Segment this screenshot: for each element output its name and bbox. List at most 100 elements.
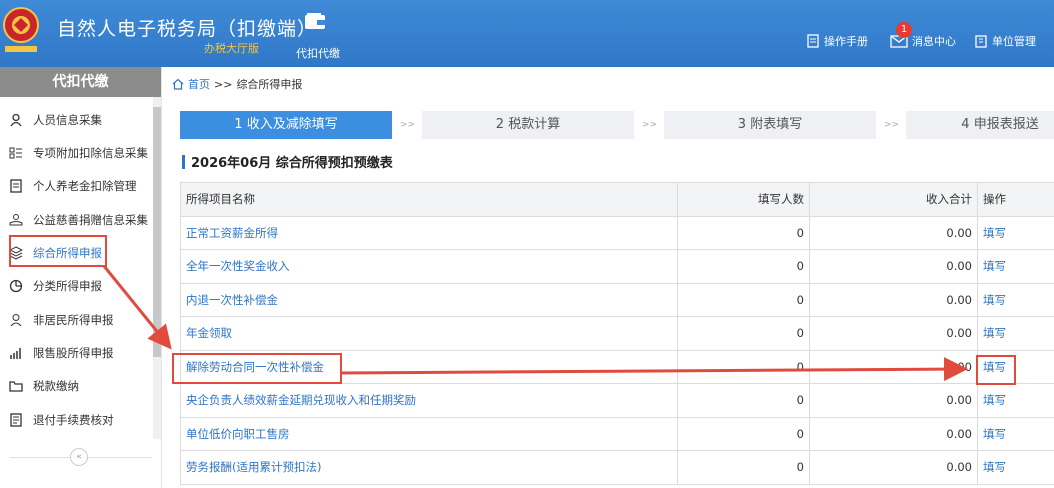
wallet-icon	[305, 13, 325, 29]
sidebar-item-tax-payment[interactable]: 税款缴纳	[0, 374, 152, 398]
income-item-link[interactable]: 内退一次性补偿金	[180, 282, 678, 317]
filled-count-cell: 0	[677, 349, 810, 384]
sidebar-item-label: 限售股所得申报	[33, 346, 114, 360]
nav-tab-withholding[interactable]: 代扣代缴	[290, 0, 348, 67]
message-count-badge: 1	[896, 22, 912, 38]
document-icon	[8, 178, 24, 194]
filled-count-cell: 0	[677, 249, 810, 284]
step-progress: 1 收入及减除填写 >> 2 税款计算 >> 3 附表填写 >> 4 申报表报送	[180, 111, 1054, 139]
sidebar-collapse-button[interactable]: «	[70, 448, 88, 466]
income-item-link[interactable]: 央企负责人绩效薪金延期兑现收入和任期奖励	[180, 383, 678, 418]
top-header: 自然人电子税务局（扣缴端） 办税大厅版 代扣代缴 操作手册 消息中心 1 单位管…	[0, 0, 1054, 67]
breadcrumb: 首页 >> 综合所得申报	[172, 76, 302, 92]
annotation-highlight-row	[172, 353, 342, 384]
table-title-text: 2026年06月 综合所得预扣预缴表	[191, 156, 393, 171]
income-total-cell: 0.00	[809, 416, 978, 451]
unit-mgmt-label: 单位管理	[992, 35, 1036, 48]
table-row: 全年一次性奖金收入 0 0.00 填写	[180, 249, 1054, 284]
check-doc-icon	[8, 412, 24, 428]
filled-count-cell: 0	[677, 416, 810, 451]
hall-label: 办税大厅版	[204, 42, 259, 55]
step-2[interactable]: 2 税款计算	[422, 111, 634, 139]
sidebar-title: 代扣代缴	[0, 67, 161, 97]
table-row: 劳务报酬(适用累计预扣法) 0 0.00 填写	[180, 450, 1054, 485]
step-1[interactable]: 1 收入及减除填写	[180, 111, 392, 139]
sidebar-item-refund-fee[interactable]: 退付手续费核对	[0, 408, 152, 432]
donate-hand-icon	[8, 212, 24, 228]
filled-count-cell: 0	[677, 450, 810, 485]
sidebar-item-label: 非居民所得申报	[33, 313, 114, 327]
sidebar-item-label: 分类所得申报	[33, 279, 102, 293]
table-row: 正常工资薪金所得 0 0.00 填写	[180, 215, 1054, 250]
step-separator: >>	[400, 120, 416, 130]
income-item-link[interactable]: 单位低价向职工售房	[180, 416, 678, 451]
table-row: 年金领取 0 0.00 填写	[180, 316, 1054, 351]
table-header-row: 所得项目名称 填写人数 收入合计 操作	[180, 182, 1054, 217]
step-3[interactable]: 3 附表填写	[664, 111, 876, 139]
sidebar-scroll-thumb[interactable]	[153, 107, 161, 357]
messages-label: 消息中心	[912, 35, 956, 48]
sidebar-item-label: 个人养老金扣除管理	[33, 179, 137, 193]
sidebar-item-label: 退付手续费核对	[33, 413, 114, 427]
sidebar-item-classified-income[interactable]: 分类所得申报	[0, 274, 152, 298]
breadcrumb-separator: >>	[214, 77, 233, 91]
building-icon	[975, 35, 987, 48]
fill-link[interactable]: 填写	[977, 282, 1054, 317]
income-total-cell: 0.00	[809, 450, 978, 485]
sidebar-item-special-deduction[interactable]: 专项附加扣除信息采集	[0, 141, 152, 165]
nav-tab-label: 代扣代缴	[296, 47, 340, 60]
income-total-cell: 0.00	[809, 249, 978, 284]
income-total-cell: 0.00	[809, 282, 978, 317]
sidebar-item-restricted-shares[interactable]: 限售股所得申报	[0, 341, 152, 365]
person-outline-icon	[8, 312, 24, 328]
col-header-action: 操作	[977, 182, 1054, 217]
income-item-link[interactable]: 劳务报酬(适用累计预扣法)	[180, 450, 678, 485]
breadcrumb-current: 综合所得申报	[236, 78, 303, 91]
income-item-link[interactable]: 年金领取	[180, 316, 678, 351]
fill-link[interactable]: 填写	[977, 450, 1054, 485]
income-total-cell: 0.00	[809, 316, 978, 351]
fill-link[interactable]: 填写	[977, 215, 1054, 250]
breadcrumb-home-link[interactable]: 首页	[188, 76, 210, 92]
fill-link[interactable]: 填写	[977, 249, 1054, 284]
fill-link[interactable]: 填写	[977, 416, 1054, 451]
sidebar-item-personnel[interactable]: 人员信息采集	[0, 108, 152, 132]
annotation-highlight-fill	[976, 355, 1016, 385]
tax-emblem-icon	[3, 7, 39, 52]
filled-count-cell: 0	[677, 316, 810, 351]
income-item-link[interactable]: 全年一次性奖金收入	[180, 249, 678, 284]
manual-icon	[807, 34, 819, 48]
filled-count-cell: 0	[677, 383, 810, 418]
list-icon	[8, 145, 24, 161]
table-row: 单位低价向职工售房 0 0.00 填写	[180, 416, 1054, 451]
manual-link[interactable]: 操作手册	[806, 33, 868, 49]
annotation-highlight-sidebar	[9, 235, 107, 267]
income-total-cell: 0.00	[809, 215, 978, 250]
sidebar-item-donation[interactable]: 公益慈善捐赠信息采集	[0, 208, 152, 232]
sidebar-item-nonresident[interactable]: 非居民所得申报	[0, 308, 152, 332]
col-header-item: 所得项目名称	[180, 182, 678, 217]
table-title: 2026年06月 综合所得预扣预缴表	[182, 152, 393, 171]
col-header-count: 填写人数	[677, 182, 810, 217]
pie-icon	[8, 278, 24, 294]
fill-link[interactable]: 填写	[977, 383, 1054, 418]
sidebar-item-label: 人员信息采集	[33, 113, 102, 127]
sidebar-item-label: 税款缴纳	[33, 379, 79, 393]
folder-icon	[8, 378, 24, 394]
sidebar-item-pension[interactable]: 个人养老金扣除管理	[0, 174, 152, 198]
filled-count-cell: 0	[677, 282, 810, 317]
fill-link[interactable]: 填写	[977, 316, 1054, 351]
unit-management-link[interactable]: 单位管理	[974, 33, 1036, 49]
manual-label: 操作手册	[824, 35, 868, 48]
income-table: 所得项目名称 填写人数 收入合计 操作 正常工资薪金所得 0 0.00 填写 全年一次性…	[180, 182, 1054, 485]
income-total-cell: 0.00	[809, 383, 978, 418]
sidebar-item-label: 专项附加扣除信息采集	[33, 146, 148, 160]
step-4[interactable]: 4 申报表报送	[906, 111, 1054, 139]
sidebar: 代扣代缴 人员信息采集 专项附加扣除信息采集 个人养老金扣除管理 公益慈善捐赠信…	[0, 67, 162, 488]
income-total-cell: 0.00	[809, 349, 978, 384]
table-row: 内退一次性补偿金 0 0.00 填写	[180, 282, 1054, 317]
bar-chart-icon	[8, 345, 24, 361]
step-separator: >>	[884, 120, 900, 130]
home-icon	[172, 78, 184, 90]
income-item-link[interactable]: 正常工资薪金所得	[180, 215, 678, 250]
